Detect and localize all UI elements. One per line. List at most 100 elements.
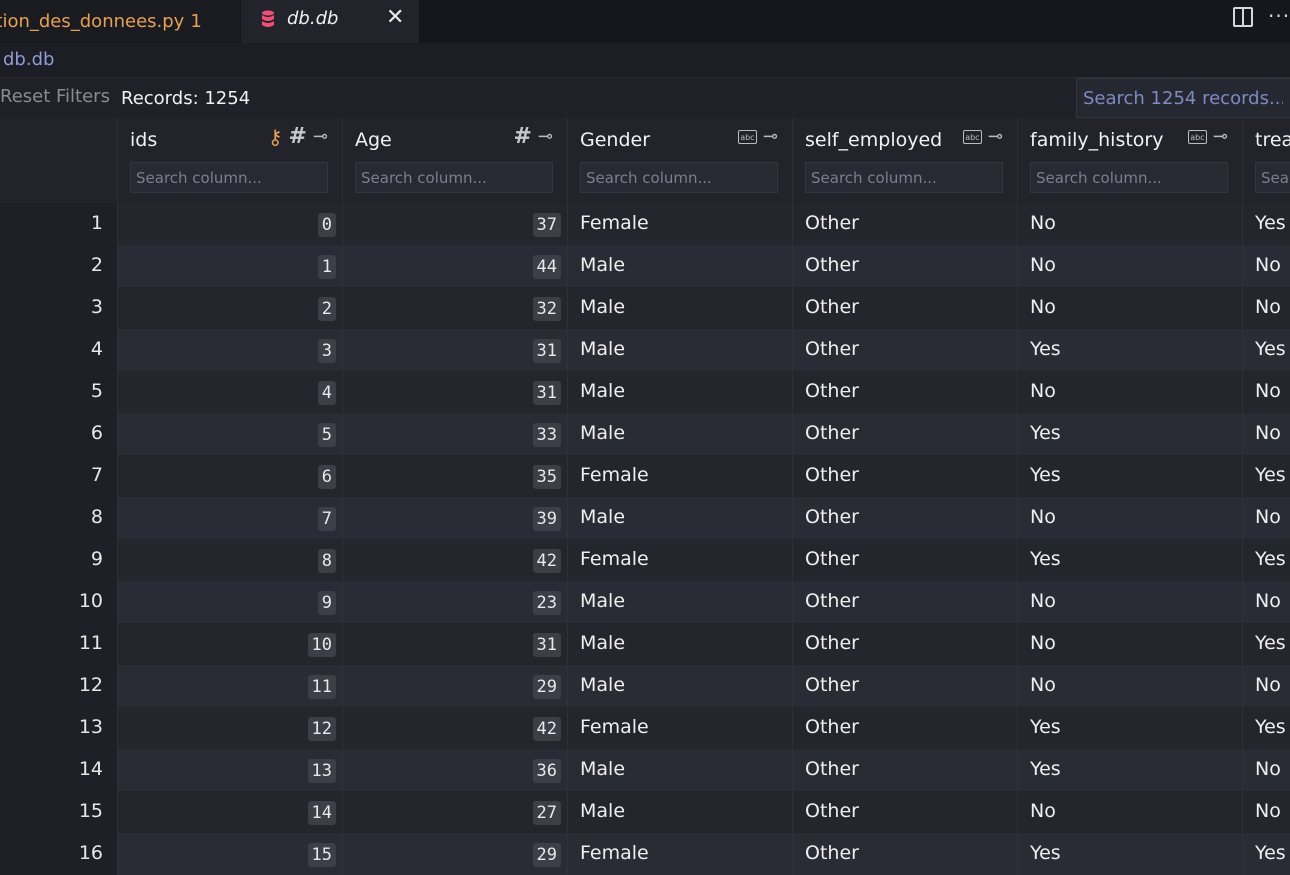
cell-family-history[interactable]: Yes: [1017, 413, 1242, 455]
table-row[interactable]: 1 0 37 Female Other No Yes: [0, 203, 1290, 245]
cell-gender[interactable]: Male: [567, 665, 792, 707]
column-header-ids[interactable]: ids ⚷ # ⊸: [117, 118, 342, 203]
cell-treatment[interactable]: No: [1242, 581, 1290, 623]
cell-self-employed[interactable]: Other: [792, 413, 1017, 455]
table-row[interactable]: 13 12 42 Female Other Yes Yes: [0, 707, 1290, 749]
cell-age[interactable]: 37: [342, 203, 567, 245]
cell-self-employed[interactable]: Other: [792, 329, 1017, 371]
table-row[interactable]: 3 2 32 Male Other No No: [0, 287, 1290, 329]
cell-gender[interactable]: Male: [567, 245, 792, 287]
reset-filters-button[interactable]: Reset Filters: [0, 86, 110, 107]
more-actions-icon[interactable]: ···: [1268, 4, 1290, 28]
cell-gender[interactable]: Male: [567, 413, 792, 455]
cell-treatment[interactable]: No: [1242, 371, 1290, 413]
cell-treatment[interactable]: Yes: [1242, 455, 1290, 497]
cell-treatment[interactable]: No: [1242, 665, 1290, 707]
column-search-input[interactable]: [806, 163, 1003, 193]
cell-family-history[interactable]: Yes: [1017, 749, 1242, 791]
cell-family-history[interactable]: No: [1017, 791, 1242, 833]
table-row[interactable]: 12 11 29 Male Other No No: [0, 665, 1290, 707]
cell-ids[interactable]: 14: [117, 791, 342, 833]
cell-treatment[interactable]: Yes: [1242, 203, 1290, 245]
cell-ids[interactable]: 12: [117, 707, 342, 749]
cell-family-history[interactable]: No: [1017, 287, 1242, 329]
table-row[interactable]: 15 14 27 Male Other No No: [0, 791, 1290, 833]
column-header-age[interactable]: Age # ⊸: [342, 118, 567, 203]
cell-age[interactable]: 42: [342, 707, 567, 749]
cell-age[interactable]: 36: [342, 749, 567, 791]
pin-icon[interactable]: ⊸: [1213, 127, 1228, 147]
cell-treatment[interactable]: Yes: [1242, 623, 1290, 665]
cell-age[interactable]: 32: [342, 287, 567, 329]
cell-self-employed[interactable]: Other: [792, 707, 1017, 749]
cell-gender[interactable]: Male: [567, 329, 792, 371]
table-row[interactable]: 5 4 31 Male Other No No: [0, 371, 1290, 413]
cell-treatment[interactable]: Yes: [1242, 539, 1290, 581]
cell-self-employed[interactable]: Other: [792, 203, 1017, 245]
cell-gender[interactable]: Male: [567, 581, 792, 623]
cell-gender[interactable]: Male: [567, 497, 792, 539]
cell-ids[interactable]: 4: [117, 371, 342, 413]
tab-python-file[interactable]: rtion_des_donnees.py 1: [0, 0, 240, 43]
table-row[interactable]: 16 15 29 Female Other Yes Yes: [0, 833, 1290, 875]
cell-gender[interactable]: Female: [567, 455, 792, 497]
breadcrumb-file[interactable]: db.db: [3, 49, 54, 70]
cell-ids[interactable]: 8: [117, 539, 342, 581]
cell-self-employed[interactable]: Other: [792, 581, 1017, 623]
cell-gender[interactable]: Male: [567, 287, 792, 329]
cell-family-history[interactable]: Yes: [1017, 539, 1242, 581]
cell-age[interactable]: 31: [342, 623, 567, 665]
table-row[interactable]: 11 10 31 Male Other No Yes: [0, 623, 1290, 665]
cell-ids[interactable]: 3: [117, 329, 342, 371]
cell-ids[interactable]: 0: [117, 203, 342, 245]
cell-age[interactable]: 29: [342, 665, 567, 707]
cell-ids[interactable]: 2: [117, 287, 342, 329]
cell-age[interactable]: 23: [342, 581, 567, 623]
cell-gender[interactable]: Female: [567, 203, 792, 245]
cell-age[interactable]: 35: [342, 455, 567, 497]
cell-self-employed[interactable]: Other: [792, 245, 1017, 287]
cell-treatment[interactable]: Yes: [1242, 707, 1290, 749]
cell-ids[interactable]: 9: [117, 581, 342, 623]
cell-gender[interactable]: Male: [567, 623, 792, 665]
cell-treatment[interactable]: No: [1242, 245, 1290, 287]
cell-treatment[interactable]: No: [1242, 791, 1290, 833]
cell-ids[interactable]: 13: [117, 749, 342, 791]
cell-treatment[interactable]: No: [1242, 497, 1290, 539]
cell-self-employed[interactable]: Other: [792, 455, 1017, 497]
cell-treatment[interactable]: No: [1242, 287, 1290, 329]
cell-age[interactable]: 31: [342, 329, 567, 371]
cell-age[interactable]: 33: [342, 413, 567, 455]
cell-family-history[interactable]: No: [1017, 245, 1242, 287]
cell-ids[interactable]: 15: [117, 833, 342, 875]
table-row[interactable]: 10 9 23 Male Other No No: [0, 581, 1290, 623]
table-row[interactable]: 8 7 39 Male Other No No: [0, 497, 1290, 539]
split-editor-icon[interactable]: [1233, 7, 1253, 27]
cell-self-employed[interactable]: Other: [792, 539, 1017, 581]
column-search-input[interactable]: [1031, 163, 1228, 193]
cell-age[interactable]: 31: [342, 371, 567, 413]
cell-age[interactable]: 29: [342, 833, 567, 875]
cell-ids[interactable]: 6: [117, 455, 342, 497]
table-row[interactable]: 2 1 44 Male Other No No: [0, 245, 1290, 287]
column-header-gender[interactable]: Gender abc ⊸: [567, 118, 792, 203]
cell-family-history[interactable]: Yes: [1017, 455, 1242, 497]
cell-gender[interactable]: Female: [567, 539, 792, 581]
global-search-input[interactable]: [1077, 79, 1285, 117]
cell-self-employed[interactable]: Other: [792, 749, 1017, 791]
table-row[interactable]: 9 8 42 Female Other Yes Yes: [0, 539, 1290, 581]
cell-family-history[interactable]: Yes: [1017, 707, 1242, 749]
cell-age[interactable]: 42: [342, 539, 567, 581]
cell-age[interactable]: 39: [342, 497, 567, 539]
cell-ids[interactable]: 11: [117, 665, 342, 707]
cell-ids[interactable]: 5: [117, 413, 342, 455]
cell-treatment[interactable]: No: [1242, 413, 1290, 455]
column-header-self-employed[interactable]: self_employed abc ⊸: [792, 118, 1017, 203]
cell-family-history[interactable]: Yes: [1017, 329, 1242, 371]
cell-self-employed[interactable]: Other: [792, 623, 1017, 665]
cell-self-employed[interactable]: Other: [792, 833, 1017, 875]
pin-icon[interactable]: ⊸: [763, 127, 778, 147]
column-search-input[interactable]: [1256, 163, 1290, 193]
cell-ids[interactable]: 1: [117, 245, 342, 287]
table-row[interactable]: 7 6 35 Female Other Yes Yes: [0, 455, 1290, 497]
